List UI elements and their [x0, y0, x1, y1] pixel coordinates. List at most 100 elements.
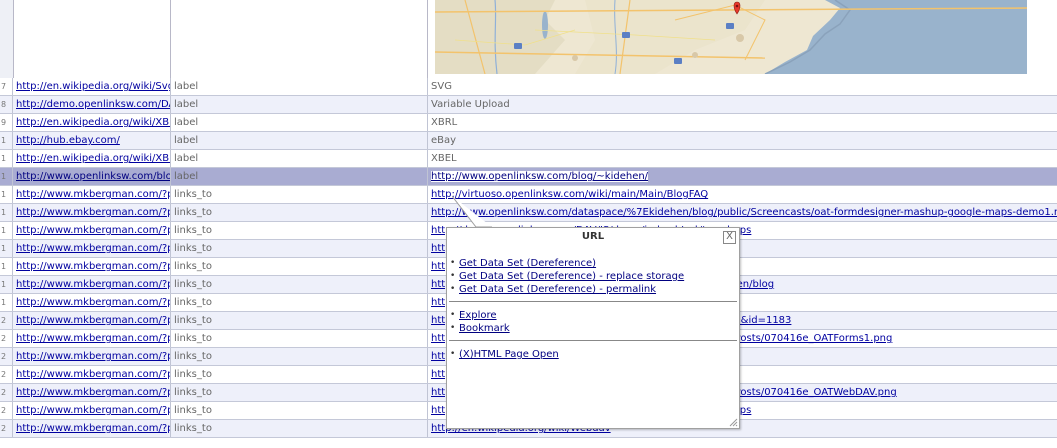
object-cell: http://www.openlinksw.com/dataspace/%7Ek…	[428, 204, 1057, 221]
table-row[interactable]: 1http://www.mkbergman.com/?plinks_tohttp…	[0, 204, 1057, 222]
menu-item-link[interactable]: Explore	[459, 310, 497, 321]
subject-link[interactable]: http://hub.ebay.com/	[16, 135, 120, 146]
menu-item-link[interactable]: (X)HTML Page Open	[459, 349, 559, 360]
subject-link[interactable]: http://demo.openlinksw.com/DAV	[16, 99, 170, 110]
object-literal: eBay	[431, 135, 457, 146]
subject-link[interactable]: http://en.wikipedia.org/wiki/XBRL	[16, 117, 170, 128]
row-number: 1	[0, 258, 13, 275]
predicate-cell: links_to	[171, 384, 428, 401]
subject-link[interactable]: http://www.mkbergman.com/?p	[16, 333, 170, 344]
page-open-menu: (X)HTML Page Open	[447, 348, 739, 361]
popup-title: URL	[581, 231, 605, 242]
row-number: 2	[0, 366, 13, 383]
subject-cell: http://demo.openlinksw.com/DAV	[13, 96, 171, 113]
subject-cell: http://www.mkbergman.com/?p	[13, 330, 171, 347]
subject-cell: http://www.mkbergman.com/?p	[13, 402, 171, 419]
close-icon[interactable]: X	[723, 231, 736, 244]
menu-item: Explore	[450, 309, 739, 322]
row-number: 1	[0, 240, 13, 257]
row-number: 1	[0, 294, 13, 311]
menu-item-link[interactable]: Get Data Set (Dereference) - replace sto…	[459, 271, 684, 282]
explore-menu: Explore Bookmark	[447, 309, 739, 335]
table-row[interactable]: 1 http://www.openlinksw.com/blog/label htt…	[0, 168, 1057, 186]
predicate-cell: links_to	[171, 348, 428, 365]
predicate-cell: links_to	[171, 222, 428, 239]
predicate-cell: label	[171, 78, 428, 95]
row-number: 1	[0, 186, 13, 203]
subject-link[interactable]: http://en.wikipedia.org/wiki/XBEL	[16, 153, 170, 164]
object-cell: http://www.openlinksw.com/blog/~kidehen/	[428, 168, 1057, 185]
object-link[interactable]: http://www.openlinksw.com/dataspace/%7Ek…	[431, 207, 1057, 218]
subject-link[interactable]: http://www.openlinksw.com/blog/	[16, 171, 170, 182]
subject-cell: http://www.mkbergman.com/?p	[13, 294, 171, 311]
row-number: 2	[0, 384, 13, 401]
subject-link[interactable]: http://www.mkbergman.com/?p	[16, 387, 170, 398]
table-row[interactable]: 8 http://demo.openlinksw.com/DAV label Vari…	[0, 96, 1057, 114]
table-row[interactable]: 1 http://en.wikipedia.org/wiki/XBEL label X…	[0, 150, 1057, 168]
subject-cell: http://en.wikipedia.org/wiki/XBRL	[13, 114, 171, 131]
object-cell: eBay	[428, 132, 1057, 149]
menu-item-link[interactable]: Get Data Set (Dereference)	[459, 258, 596, 269]
subject-link[interactable]: http://www.mkbergman.com/?p	[16, 423, 170, 434]
subject-link[interactable]: http://www.mkbergman.com/?p	[16, 405, 170, 416]
row-number: 9	[0, 114, 13, 131]
subject-link[interactable]: http://www.mkbergman.com/?p	[16, 189, 170, 200]
row-number: 8	[0, 96, 13, 113]
subject-link[interactable]: http://en.wikipedia.org/wiki/Svg	[16, 81, 170, 92]
menu-divider	[449, 340, 737, 341]
menu-item-link[interactable]: Bookmark	[459, 323, 510, 334]
subject-link[interactable]: http://www.mkbergman.com/?p	[16, 207, 170, 218]
subject-cell: http://www.mkbergman.com/?p	[13, 186, 171, 203]
object-literal: XBEL	[431, 153, 457, 164]
subject-link[interactable]: http://www.mkbergman.com/?p	[16, 369, 170, 380]
subject-link[interactable]: http://www.mkbergman.com/?p	[16, 315, 170, 326]
predicate-cell: links_to	[171, 294, 428, 311]
subject-link[interactable]: http://www.mkbergman.com/?p	[16, 243, 170, 254]
menu-item: Bookmark	[450, 322, 739, 335]
resize-grip-icon[interactable]	[729, 418, 738, 427]
subject-cell: http://www.openlinksw.com/blog/	[13, 168, 171, 185]
menu-item-link[interactable]: Get Data Set (Dereference) - permalink	[459, 284, 656, 295]
object-cell: XBEL	[428, 150, 1057, 167]
object-cell: http://virtuoso.openlinksw.com/wiki/main…	[428, 186, 1057, 203]
row-number: 7	[0, 78, 13, 95]
predicate-cell: links_to	[171, 402, 428, 419]
menu-item: Get Data Set (Dereference)	[450, 257, 739, 270]
predicate-cell: label	[171, 150, 428, 167]
object-cell: SVG	[428, 78, 1057, 95]
object-literal: Variable Upload	[431, 99, 510, 110]
object-link[interactable]: http://www.openlinksw.com/blog/~kidehen/	[431, 171, 649, 182]
row-number: 2	[0, 330, 13, 347]
subject-cell: http://www.mkbergman.com/?p	[13, 276, 171, 293]
row-number: 1	[0, 222, 13, 239]
predicate-cell: links_to	[171, 312, 428, 329]
predicate-cell: links_to	[171, 330, 428, 347]
subject-cell: http://www.mkbergman.com/?p	[13, 312, 171, 329]
subject-cell: http://www.mkbergman.com/?p	[13, 366, 171, 383]
subject-cell: http://www.mkbergman.com/?p	[13, 204, 171, 221]
predicate-cell: links_to	[171, 366, 428, 383]
subject-cell: http://www.mkbergman.com/?p	[13, 258, 171, 275]
google-map-thumbnail[interactable]	[435, 0, 1027, 74]
predicate-cell: label	[171, 96, 428, 113]
table-row[interactable]: 9 http://en.wikipedia.org/wiki/XBRL label X…	[0, 114, 1057, 132]
row-number: 2	[0, 420, 13, 437]
table-row[interactable]: 7 http://en.wikipedia.org/wiki/Svg label SV…	[0, 78, 1057, 96]
subject-link[interactable]: http://www.mkbergman.com/?p	[16, 351, 170, 362]
table-row[interactable]: 1 http://hub.ebay.com/label eBay	[0, 132, 1057, 150]
predicate-cell: links_to	[171, 258, 428, 275]
table-row[interactable]: 1http://www.mkbergman.com/?plinks_tohttp…	[0, 186, 1057, 204]
subject-cell: http://en.wikipedia.org/wiki/Svg	[13, 78, 171, 95]
predicate-cell: label	[171, 114, 428, 131]
url-context-popup[interactable]: URL X Get Data Set (Dereference) Get Data…	[446, 227, 740, 429]
row-number: 1	[0, 132, 13, 149]
subject-cell: http://www.mkbergman.com/?p	[13, 348, 171, 365]
subject-cell: http://en.wikipedia.org/wiki/XBEL	[13, 150, 171, 167]
predicate-cell: label	[171, 168, 428, 185]
subject-link[interactable]: http://www.mkbergman.com/?p	[16, 225, 170, 236]
subject-cell: http://www.mkbergman.com/?p	[13, 420, 171, 437]
subject-link[interactable]: http://www.mkbergman.com/?p	[16, 297, 170, 308]
subject-cell	[13, 0, 171, 78]
subject-link[interactable]: http://www.mkbergman.com/?p	[16, 279, 170, 290]
subject-link[interactable]: http://www.mkbergman.com/?p	[16, 261, 170, 272]
